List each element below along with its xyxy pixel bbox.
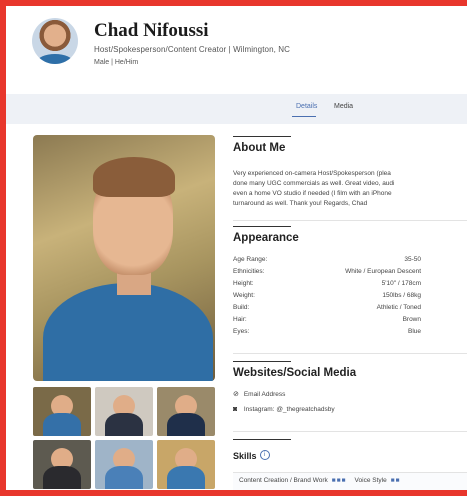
attr-value: Brown (402, 316, 421, 323)
skill-rating: ■■ (390, 477, 401, 484)
attr-value: 35-50 (404, 256, 421, 263)
profile-page: Chad Nifoussi Host/Spokesperson/Content … (6, 6, 467, 490)
about-title: About Me (233, 142, 286, 154)
instagram-icon: ◙ (233, 406, 238, 413)
media-thumbnail[interactable] (95, 440, 153, 489)
attr-value: 150lbs / 68kg (382, 292, 421, 299)
section-divider (233, 431, 467, 432)
skills-row: Content Creation / Brand Work ■■■ Voice St… (239, 477, 409, 484)
media-thumbnail[interactable] (157, 440, 215, 489)
appearance-row: Build: Athletic / Toned (233, 304, 421, 315)
section-divider (233, 439, 291, 440)
main-headshot[interactable] (33, 135, 215, 381)
attr-label: Hair: (233, 316, 247, 323)
attr-value: White / European Descent (345, 268, 421, 275)
skills-title: Skills (233, 451, 257, 461)
profile-tabs: Details Media (6, 94, 467, 124)
appearance-row: Weight: 150lbs / 68kg (233, 292, 421, 303)
tab-details[interactable]: Details (296, 103, 317, 110)
websites-title: Websites/Social Media (233, 367, 357, 379)
attr-label: Eyes: (233, 328, 250, 335)
appearance-row: Ethnicities: White / European Descent (233, 268, 421, 279)
skill-label: Content Creation / Brand Work (239, 477, 328, 484)
link-icon: ⊘ (233, 391, 239, 398)
skill-rating: ■■■ (331, 477, 347, 484)
active-tab-indicator (292, 116, 316, 117)
about-line: done many UGC commercials as well. Great… (233, 180, 395, 187)
media-thumbnails (33, 387, 215, 490)
section-divider (233, 226, 291, 227)
appearance-row: Age Range: 35-50 (233, 256, 421, 267)
profile-name: Chad Nifoussi (94, 20, 209, 41)
media-thumbnail[interactable] (33, 440, 91, 489)
website-label: Email Address (243, 391, 286, 398)
tab-media[interactable]: Media (334, 103, 353, 110)
attr-label: Height: (233, 280, 254, 287)
attr-label: Weight: (233, 292, 255, 299)
attr-value: Athletic / Toned (376, 304, 421, 311)
about-line: even a home VO studio if needed (I film … (233, 190, 392, 197)
appearance-title: Appearance (233, 232, 299, 244)
media-thumbnail[interactable] (95, 387, 153, 436)
profile-header: Chad Nifoussi Host/Spokesperson/Content … (6, 6, 467, 84)
profile-gender-pronouns: Male | He/Him (94, 59, 139, 66)
attr-value: Blue (407, 328, 421, 335)
about-text: Very experienced on-camera Host/Spokespe… (233, 169, 467, 209)
skill-label: Voice Style (354, 477, 387, 484)
info-icon[interactable]: i (259, 449, 270, 460)
appearance-row: Hair: Brown (233, 316, 421, 327)
section-divider (233, 361, 291, 362)
appearance-row: Height: 5'10" / 178cm (233, 280, 421, 291)
avatar[interactable] (32, 18, 78, 64)
appearance-row: Eyes: Blue (233, 328, 421, 339)
media-thumbnail[interactable] (157, 387, 215, 436)
profile-roles-location: Host/Spokesperson/Content Creator | Wilm… (94, 45, 291, 54)
attr-label: Age Range: (233, 256, 268, 263)
website-label: Instagram: @_thegreatchadsby (243, 406, 335, 413)
about-line: turnaround as well. Thank you! Regards, … (233, 200, 368, 207)
media-thumbnail[interactable] (33, 387, 91, 436)
section-divider (233, 220, 467, 221)
attr-label: Ethnicities: (233, 268, 265, 275)
section-divider (233, 136, 291, 137)
about-line: Very experienced on-camera Host/Spokespe… (233, 170, 391, 177)
skills-heading: Skills i (233, 446, 270, 464)
website-link-email[interactable]: ⊘ Email Address (233, 390, 285, 398)
website-link-instagram[interactable]: ◙ Instagram: @_thegreatchadsby (233, 406, 335, 413)
attr-label: Build: (233, 304, 250, 311)
section-divider (233, 353, 467, 354)
attr-value: 5'10" / 178cm (381, 280, 421, 287)
